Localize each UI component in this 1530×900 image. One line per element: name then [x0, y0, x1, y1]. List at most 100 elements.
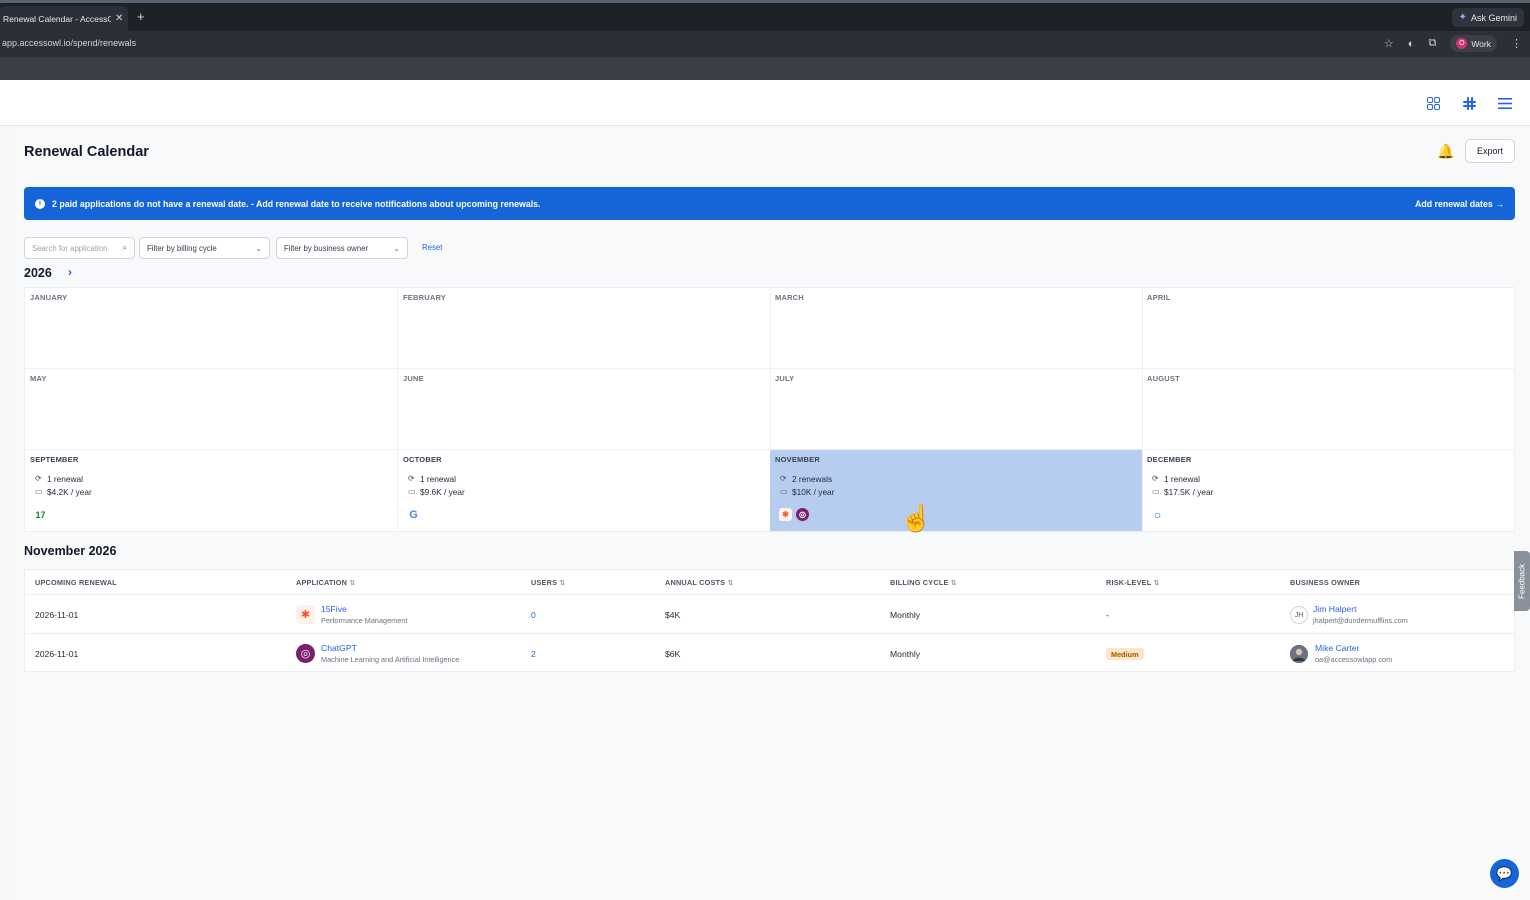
users-count-link[interactable]: 0 — [531, 610, 536, 620]
export-button[interactable]: Export — [1465, 139, 1515, 163]
column-header-application[interactable]: APPLICATION ⇅ — [296, 578, 355, 587]
renewal-calendar-grid: JANUARY FEBRUARY MARCH APRIL MAY JUNE JU… — [24, 287, 1515, 532]
column-header-users[interactable]: USERS ⇅ — [531, 578, 565, 587]
column-header-billing-cycle[interactable]: BILLING CYCLE ⇅ — [890, 578, 957, 587]
renewals-month-title: November 2026 — [24, 544, 117, 558]
month-cell-september[interactable]: SEPTEMBER ⟳ 1 renewal ▭ $4.2K / year 17 — [25, 450, 398, 531]
feedback-tab[interactable]: Feedback — [1514, 551, 1530, 611]
info-icon: i — [35, 198, 45, 209]
month-cell-june[interactable]: JUNE — [398, 369, 771, 450]
annual-cost: $4K — [665, 610, 681, 620]
month-name: AUGUST — [1147, 374, 1180, 383]
sort-icon: ⇅ — [727, 580, 734, 587]
month-cell-october[interactable]: OCTOBER ⟳ 1 renewal ▭ $9.6K / year G — [398, 450, 771, 531]
app-17-icon[interactable]: 17 — [34, 508, 47, 521]
month-name: SEPTEMBER — [30, 455, 79, 464]
add-renewal-dates-link[interactable]: Add renewal dates → — [1415, 199, 1504, 209]
sort-icon: ⇅ — [1153, 580, 1160, 587]
column-header-upcoming-renewal[interactable]: UPCOMING RENEWAL — [35, 578, 117, 587]
application-link[interactable]: ChatGPT — [321, 643, 357, 653]
owner-email: jhalpert@dundermufflins.com — [1313, 616, 1408, 625]
month-cell-march[interactable]: MARCH — [770, 288, 1143, 369]
sort-icon: ⇅ — [559, 580, 566, 587]
month-cell-may[interactable]: MAY — [25, 369, 398, 450]
ask-gemini-label: Ask Gemini — [1470, 12, 1517, 23]
refresh-icon: ⟳ — [35, 474, 42, 483]
business-owner-filter[interactable]: Filter by business owner ⌄ — [276, 237, 408, 259]
refresh-icon: ⟳ — [780, 474, 787, 483]
chat-support-button[interactable]: 💬 — [1490, 859, 1519, 888]
table-row[interactable]: 2026-11-01 ✱ 15Five Performance Manageme… — [25, 594, 1514, 633]
renewal-date: 2026-11-01 — [35, 649, 79, 659]
refresh-icon: ⟳ — [408, 474, 415, 483]
month-cell-april[interactable]: APRIL — [1142, 288, 1514, 369]
bookmarks-bar — [0, 57, 1530, 80]
application-cell: 15Five Performance Management — [321, 604, 407, 625]
credit-card-icon: ▭ — [1152, 487, 1160, 496]
month-cell-november[interactable]: NOVEMBER ⟳ 2 renewals ▭ $10K / year ✱ ◎ — [770, 450, 1143, 531]
month-name: MARCH — [775, 293, 804, 302]
renewal-count: ⟳ 1 renewal — [408, 473, 456, 484]
application-cell: ChatGPT Machine Learning and Artificial … — [321, 643, 459, 664]
browser-tab[interactable]: Renewal Calendar - AccessOwl ✕ — [0, 6, 128, 31]
month-cell-july[interactable]: JULY — [770, 369, 1143, 450]
month-cell-august[interactable]: AUGUST — [1142, 369, 1514, 450]
next-year-chevron-icon[interactable]: › — [68, 265, 72, 279]
billing-cycle-filter[interactable]: Filter by billing cycle ⌄ — [139, 237, 270, 259]
refresh-icon: ⟳ — [1152, 474, 1159, 483]
application-category: Performance Management — [321, 616, 408, 625]
profile-button[interactable]: O Work — [1450, 35, 1497, 52]
table-row[interactable]: 2026-11-01 ◎ ChatGPT Machine Learning an… — [25, 633, 1514, 672]
gemini-sparkle-icon: ✦ — [1458, 12, 1467, 23]
month-cell-january[interactable]: JANUARY — [25, 288, 398, 369]
renewal-count: ⟳ 1 renewal — [1152, 473, 1200, 484]
extension-icon[interactable]: ◐ — [1408, 38, 1415, 50]
browser-toolbar: app.accessowl.io/spend/renewals ☆ ◐ ⧉ O … — [0, 31, 1530, 57]
search-input[interactable] — [32, 243, 116, 253]
profile-avatar: O — [1456, 38, 1468, 49]
chatgpt-icon[interactable]: ◎ — [796, 508, 809, 521]
new-tab-button[interactable]: + — [137, 9, 145, 24]
reset-filters-link[interactable]: Reset — [422, 243, 442, 252]
ask-gemini-button[interactable]: ✦ Ask Gemini — [1451, 8, 1524, 27]
month-cell-february[interactable]: FEBRUARY — [398, 288, 771, 369]
month-name: MAY — [30, 374, 47, 383]
google-icon[interactable]: G — [407, 508, 420, 521]
notification-bell-icon[interactable]: 🔔 — [1437, 143, 1454, 160]
sort-icon: ⇅ — [950, 580, 957, 587]
renewal-cost: ▭ $9.6K / year — [408, 486, 465, 497]
slack-icon[interactable] — [1461, 95, 1477, 111]
renewal-cost: ▭ $4.2K / year — [35, 486, 92, 497]
tab-close-icon[interactable]: ✕ — [115, 13, 123, 24]
address-bar[interactable]: app.accessowl.io/spend/renewals — [2, 38, 136, 48]
owner-name-link[interactable]: Mike Carter — [1315, 643, 1359, 653]
business-owner-filter-label: Filter by business owner — [284, 243, 369, 253]
hamburger-menu-icon[interactable] — [1497, 95, 1513, 111]
bookmark-star-icon[interactable]: ☆ — [1384, 37, 1394, 50]
month-cell-december[interactable]: DECEMBER ⟳ 1 renewal ▭ $17.5K / year ○ — [1142, 450, 1514, 531]
avatar: JH — [1290, 606, 1308, 624]
renewal-date: 2026-11-01 — [35, 610, 79, 620]
column-header-risk-level[interactable]: RISK-LEVEL ⇅ — [1106, 578, 1160, 587]
apps-grid-icon[interactable] — [1425, 95, 1441, 111]
billing-cycle: Monthly — [890, 649, 921, 659]
search-field[interactable]: ⌕ — [24, 237, 135, 259]
risk-level: - — [1106, 610, 1109, 620]
business-owner-cell: Mike Carter oa@accessowlapp.com — [1315, 643, 1392, 664]
puzzle-icon[interactable]: ⧉ — [1428, 37, 1436, 50]
users-count-link[interactable]: 2 — [531, 649, 536, 659]
app-ring-icon[interactable]: ○ — [1151, 508, 1164, 522]
risk-level-badge: Medium — [1106, 648, 1144, 660]
application-link[interactable]: 15Five — [321, 604, 347, 614]
column-header-annual-costs[interactable]: ANNUAL COSTS ⇅ — [665, 578, 734, 587]
billing-cycle-filter-label: Filter by billing cycle — [147, 243, 217, 253]
chevron-down-icon: ⌄ — [255, 243, 262, 253]
month-name: APRIL — [1147, 293, 1171, 302]
owner-name-link[interactable]: Jim Halpert — [1313, 604, 1356, 614]
application-category: Machine Learning and Artificial Intellig… — [321, 655, 460, 664]
annual-cost: $6K — [665, 649, 681, 659]
column-header-business-owner[interactable]: BUSINESS OWNER — [1290, 578, 1360, 587]
avatar — [1290, 645, 1308, 663]
browser-menu-icon[interactable]: ⋮ — [1511, 37, 1522, 50]
15five-star-icon[interactable]: ✱ — [779, 508, 792, 521]
